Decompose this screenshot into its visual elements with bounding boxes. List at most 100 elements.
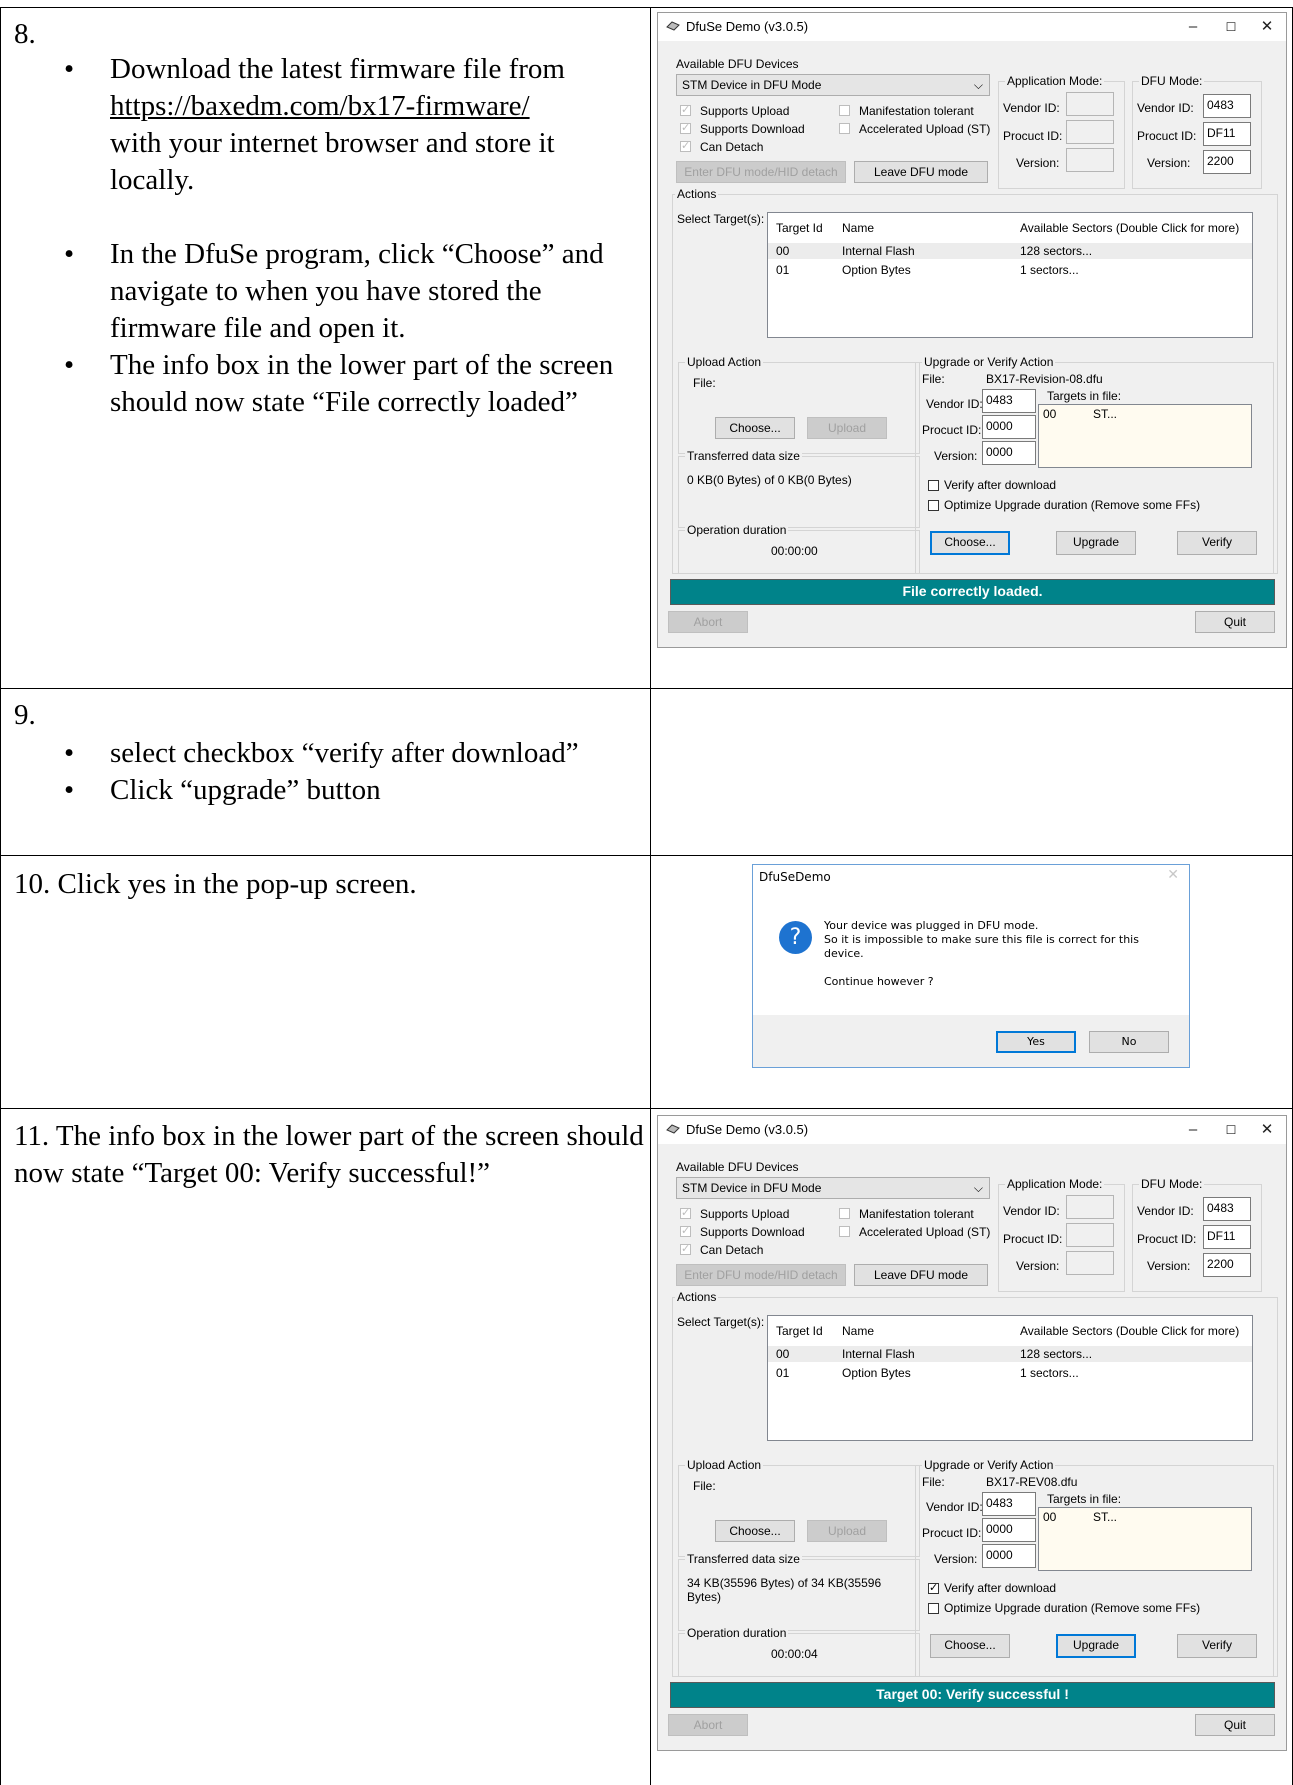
up-version-field[interactable]: 0000 (982, 1544, 1036, 1568)
can-detach-checkbox: ✓ (680, 1243, 691, 1255)
upload-button: Upload (807, 417, 887, 439)
duration-label: Operation duration (685, 1626, 789, 1640)
choose-button[interactable]: Choose... (930, 1634, 1010, 1658)
up-product-id-label: Procuct ID: (922, 1526, 982, 1540)
choose-button[interactable]: Choose... (930, 531, 1010, 555)
targets-in-file-list[interactable]: 00 ST... (1038, 404, 1252, 468)
target-sectors: 1 sectors... (1020, 263, 1079, 277)
step-8: 8. • Download the latest firmware file fr… (14, 16, 644, 421)
up-version-label: Version: (934, 1552, 978, 1566)
chevron-down-icon: ⌵ (973, 78, 983, 92)
target-name: Internal Flash (842, 244, 915, 258)
targets-in-file-label: Targets in file: (1047, 389, 1122, 403)
duration-value: 00:00:00 (771, 544, 818, 558)
application-mode-group: Application Mode: Vendor ID: Procuct ID:… (998, 74, 1125, 189)
app-product-id-label: Procuct ID: (1003, 1232, 1063, 1246)
target-id: 00 (776, 244, 790, 258)
bullet: • (64, 53, 75, 85)
target-id: 01 (776, 1366, 790, 1380)
dfu-version-field: 2200 (1203, 150, 1251, 174)
maximize-icon: ☐ (1225, 1123, 1237, 1137)
supports-upload-label: Supports Upload (700, 104, 790, 118)
close-icon[interactable]: ✕ (1167, 867, 1179, 883)
can-detach-label: Can Detach (700, 140, 764, 154)
col-target-id: Target Id (776, 221, 823, 235)
dfu-version-label: Version: (1147, 156, 1191, 170)
supports-upload-label: Supports Upload (700, 1207, 790, 1221)
status-bar: Target 00: Verify successful ! (670, 1682, 1275, 1708)
verify-button[interactable]: Verify (1177, 531, 1257, 555)
close-icon[interactable]: ✕ (1252, 17, 1282, 37)
step-text: The info box in the lower part of the sc… (110, 349, 614, 418)
list-item: • In the DfuSe program, click “Choose” an… (14, 236, 644, 347)
accelerated-upload-label: Accelerated Upload (ST) (859, 122, 991, 136)
bullet: • (64, 774, 75, 806)
up-vendor-id-label: Vendor ID: (926, 1500, 983, 1514)
app-product-id-field (1066, 1223, 1114, 1247)
dfuse-window: DfuSe Demo (v3.0.5) – ☐ ✕ Available DFU … (657, 12, 1287, 648)
supports-download-checkbox: ✓ (680, 1225, 691, 1237)
upload-choose-button[interactable]: Choose... (715, 417, 795, 439)
window-title: DfuSe Demo (v3.0.5) (686, 1122, 809, 1137)
firmware-link[interactable]: https://baxedm.com/bx17-firmware/ (110, 90, 530, 122)
device-select[interactable]: STM Device in DFU Mode ⌵ (676, 74, 990, 96)
targets-list[interactable]: Target Id Name Available Sectors (Double… (767, 1315, 1253, 1441)
dfu-mode-label: DFU Mode: (1139, 1177, 1205, 1191)
select-targets-label: Select Target(s): (677, 212, 765, 226)
app-version-label: Version: (1016, 1259, 1060, 1273)
manifestation-tolerant-checkbox (839, 105, 850, 116)
verify-after-download-label: Verify after download (944, 1581, 1057, 1595)
col-name: Name (842, 221, 875, 235)
col-target-id: Target Id (776, 1324, 823, 1338)
transferred-group: Transferred data size 34 KB(35596 Bytes)… (678, 1552, 920, 1631)
window-title: DfuSe Demo (v3.0.5) (686, 19, 809, 34)
step-11: 11. The info box in the lower part of th… (14, 1120, 644, 1189)
upload-file-label: File: (693, 1479, 716, 1493)
supports-download-label: Supports Download (700, 122, 805, 136)
optimize-checkbox[interactable] (928, 500, 939, 511)
optimize-checkbox[interactable] (928, 1603, 939, 1614)
target-row[interactable]: 01 Option Bytes 1 sectors... (768, 262, 1252, 278)
transferred-value: 0 KB(0 Bytes) of 0 KB(0 Bytes) (687, 473, 852, 487)
leave-dfu-button[interactable]: Leave DFU mode (854, 1264, 988, 1286)
verify-button[interactable]: Verify (1177, 1634, 1257, 1658)
upgrade-button[interactable]: Upgrade (1056, 531, 1136, 555)
up-product-id-field[interactable]: 0000 (982, 1518, 1036, 1542)
dfu-mode-group: DFU Mode: Vendor ID: 0483 Procuct ID: DF… (1132, 74, 1262, 189)
close-icon[interactable]: ✕ (1252, 1120, 1282, 1140)
targets-in-file-label: Targets in file: (1047, 1492, 1122, 1506)
dfu-vendor-id-label: Vendor ID: (1137, 1204, 1194, 1218)
target-name: Option Bytes (842, 263, 911, 277)
up-vendor-id-field[interactable]: 0483 (982, 389, 1036, 413)
target-row[interactable]: 00 Internal Flash 128 sectors... (768, 243, 1252, 259)
step-number: 8. (14, 18, 36, 50)
up-vendor-id-field[interactable]: 0483 (982, 1492, 1036, 1516)
verify-after-download-checkbox[interactable] (928, 480, 939, 491)
up-product-id-field[interactable]: 0000 (982, 415, 1036, 439)
target-row[interactable]: 01 Option Bytes 1 sectors... (768, 1365, 1252, 1381)
question-icon: ? (779, 921, 812, 954)
dialog-line: Continue however ? (824, 975, 934, 988)
verify-after-download-checkbox[interactable]: ✓ (928, 1583, 939, 1594)
upgrade-button[interactable]: Upgrade (1056, 1634, 1136, 1658)
no-button[interactable]: No (1089, 1031, 1169, 1053)
quit-button[interactable]: Quit (1195, 611, 1275, 633)
upload-choose-button[interactable]: Choose... (715, 1520, 795, 1542)
yes-button[interactable]: Yes (996, 1031, 1076, 1053)
minimize-icon[interactable]: – (1178, 17, 1208, 37)
upload-action-label: Upload Action (685, 355, 764, 369)
minimize-icon[interactable]: – (1178, 1120, 1208, 1140)
enter-dfu-button: Enter DFU mode/HID detach (676, 1264, 846, 1286)
up-version-field[interactable]: 0000 (982, 441, 1036, 465)
row-divider (0, 1108, 1293, 1109)
targets-in-file-list[interactable]: 00 ST... (1038, 1507, 1252, 1571)
available-devices-label: Available DFU Devices (676, 1160, 799, 1174)
leave-dfu-button[interactable]: Leave DFU mode (854, 161, 988, 183)
quit-button[interactable]: Quit (1195, 1714, 1275, 1736)
targets-list[interactable]: Target Id Name Available Sectors (Double… (767, 212, 1253, 338)
dfu-product-id-field: DF11 (1203, 1225, 1251, 1249)
device-select[interactable]: STM Device in DFU Mode ⌵ (676, 1177, 990, 1199)
step-text: with your internet browser and store it … (110, 127, 555, 196)
upload-button: Upload (807, 1520, 887, 1542)
target-row[interactable]: 00 Internal Flash 128 sectors... (768, 1346, 1252, 1362)
